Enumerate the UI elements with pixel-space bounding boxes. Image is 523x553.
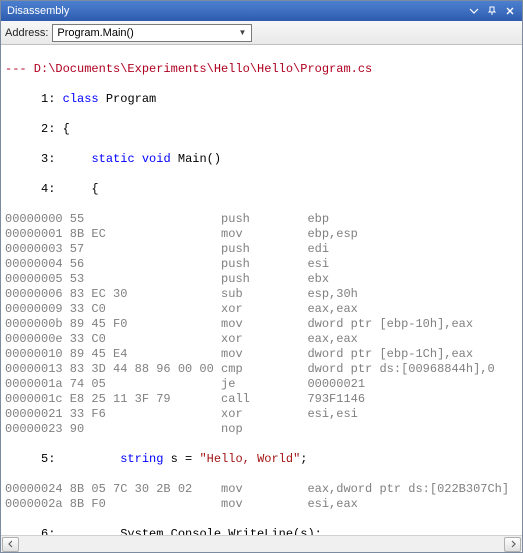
dropdown-button[interactable] [466, 4, 482, 18]
close-button[interactable] [502, 4, 518, 18]
scroll-right-button[interactable] [504, 537, 521, 552]
asm-row: 00000004 56 push esi [5, 257, 522, 272]
asm-row: 00000023 90 nop [5, 422, 522, 437]
pin-button[interactable] [484, 4, 500, 18]
asm-row: 0000001c E8 25 11 3F 79 call 793F1146 [5, 392, 522, 407]
source-path: --- D:\Documents\Experiments\Hello\Hello… [5, 62, 522, 77]
scroll-left-button[interactable] [2, 537, 19, 552]
source-line-6: 6: System.Console.WriteLine(s); [5, 527, 522, 535]
address-label: Address: [5, 27, 48, 39]
source-line-1: 1: class Program [5, 92, 522, 107]
asm-row: 00000005 53 push ebx [5, 272, 522, 287]
source-line-4: 4: { [5, 182, 522, 197]
address-combobox[interactable]: Program.Main() ▼ [52, 24, 252, 42]
asm-row: 00000010 89 45 E4 mov dword ptr [ebp-1Ch… [5, 347, 522, 362]
asm-row: 00000006 83 EC 30 sub esp,30h [5, 287, 522, 302]
asm-row: 0000002a 8B F0 mov esi,eax [5, 497, 522, 512]
asm-row: 00000000 55 push ebp [5, 212, 522, 227]
titlebar: Disassembly [1, 1, 522, 21]
toolbar: Address: Program.Main() ▼ [1, 21, 522, 45]
address-value: Program.Main() [57, 27, 235, 39]
asm-row: 00000013 83 3D 44 88 96 00 00 cmp dword … [5, 362, 522, 377]
asm-row: 00000001 8B EC mov ebp,esp [5, 227, 522, 242]
asm-row: 00000021 33 F6 xor esi,esi [5, 407, 522, 422]
asm-row: 0000000b 89 45 F0 mov dword ptr [ebp-10h… [5, 317, 522, 332]
asm-row: 00000024 8B 05 7C 30 2B 02 mov eax,dword… [5, 482, 522, 497]
window-controls [466, 4, 518, 18]
asm-row: 00000003 57 push edi [5, 242, 522, 257]
source-line-3: 3: static void Main() [5, 152, 522, 167]
chevron-down-icon[interactable]: ▼ [235, 28, 249, 37]
source-line-2: 2: { [5, 122, 522, 137]
disassembly-content: --- D:\Documents\Experiments\Hello\Hello… [1, 45, 522, 535]
horizontal-scrollbar[interactable] [1, 535, 522, 552]
window-title: Disassembly [7, 5, 466, 17]
asm-row: 00000009 33 C0 xor eax,eax [5, 302, 522, 317]
asm-row: 0000001a 74 05 je 00000021 [5, 377, 522, 392]
asm-row: 0000000e 33 C0 xor eax,eax [5, 332, 522, 347]
source-line-5: 5: string s = "Hello, World"; [5, 452, 522, 467]
